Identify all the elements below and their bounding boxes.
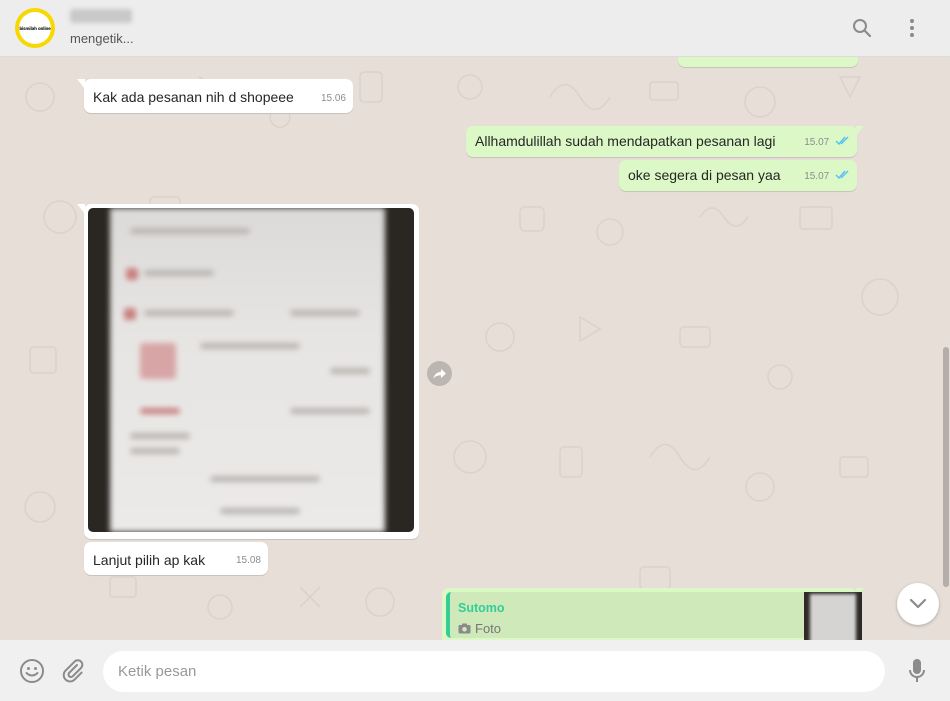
message-meta: 15.07 [804, 133, 850, 152]
forward-button[interactable] [427, 361, 452, 386]
message-meta: 15.07 [804, 167, 850, 186]
message-input[interactable] [103, 651, 885, 692]
photo-thumbnail[interactable] [88, 208, 414, 532]
double-check-icon [835, 170, 849, 180]
search-icon [853, 19, 872, 38]
scroll-to-bottom-button[interactable] [897, 583, 939, 625]
message-text: Allhamdulillah sudah mendapatkan pesanan… [475, 133, 776, 149]
emoji-icon [20, 659, 44, 683]
message-text: Kak ada pesanan nih d shopeee [93, 89, 294, 105]
forward-icon [433, 368, 446, 379]
quoted-type-label: Foto [475, 621, 502, 636]
double-check-icon [835, 136, 849, 146]
voice-message-button[interactable] [903, 657, 931, 685]
microphone-icon [909, 659, 925, 682]
message-bubble-partial[interactable] [678, 57, 858, 67]
contact-name-redacted[interactable] [70, 9, 132, 23]
message-bubble-outgoing[interactable]: oke segera di pesan yaa 15.07 [619, 160, 857, 191]
emoji-button[interactable] [18, 657, 46, 685]
message-bubble-incoming[interactable]: Lanjut pilih ap kak 15.08 [84, 542, 268, 575]
quoted-message[interactable]: Sutomo Foto [446, 592, 862, 640]
menu-button[interactable] [898, 14, 926, 42]
message-time: 15.07 [804, 137, 830, 148]
message-time: 15.08 [235, 555, 261, 566]
attach-button[interactable] [59, 657, 87, 685]
message-bubble-outgoing[interactable]: Allhamdulillah sudah mendapatkan pesanan… [466, 126, 864, 157]
contact-avatar[interactable]: bismilah online [15, 8, 55, 48]
search-button[interactable] [848, 14, 876, 42]
message-composer [0, 640, 950, 701]
paperclip-icon [62, 659, 84, 683]
bubble-tail [856, 126, 864, 136]
quoted-message-type: Foto [458, 619, 501, 638]
reply-message-bubble[interactable]: Sutomo Foto [442, 588, 864, 640]
message-time: 15.07 [804, 171, 830, 182]
message-bubble-incoming[interactable]: Kak ada pesanan nih d shopeee 15.06 [77, 79, 353, 113]
chat-panel[interactable]: Kak ada pesanan nih d shopeee 15.06 Allh… [0, 57, 950, 640]
bubble-tail [77, 79, 85, 89]
avatar-logo: bismilah online [19, 25, 51, 31]
photo-content-blurred [110, 208, 385, 532]
message-text: Lanjut pilih ap kak [93, 552, 206, 568]
menu-dots-icon [910, 19, 914, 37]
photo-message-bubble[interactable] [77, 204, 419, 539]
camera-icon [458, 623, 471, 634]
chevron-down-icon [909, 598, 927, 609]
message-time: 15.06 [320, 93, 346, 104]
avatar-logo-circle: bismilah online [19, 12, 51, 44]
chat-scrollbar[interactable] [943, 347, 949, 587]
quoted-sender-name: Sutomo [458, 601, 505, 615]
quoted-photo-thumbnail [804, 592, 862, 640]
chat-header: bismilah online mengetik... [0, 0, 950, 57]
bubble-tail [77, 204, 85, 214]
message-text: oke segera di pesan yaa [628, 167, 781, 183]
contact-status: mengetik... [70, 31, 134, 46]
